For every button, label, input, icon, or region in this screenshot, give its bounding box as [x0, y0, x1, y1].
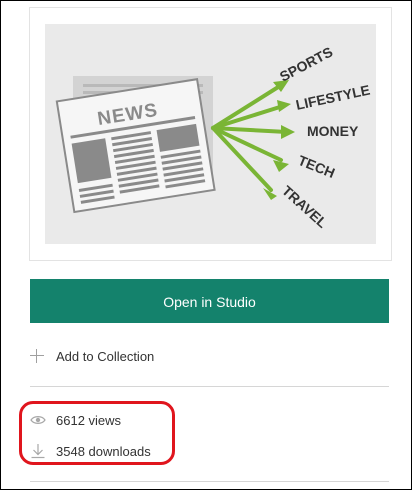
views-count: 6612 views [56, 412, 122, 428]
download-icon [31, 444, 45, 459]
arrow-lifestyle [211, 104, 285, 130]
category-arrows [211, 82, 289, 192]
open-in-studio-button[interactable]: Open in Studio [30, 279, 389, 323]
experiment-thumbnail: NEWS SPORTS LIFESTYLE MONEY TECH TRAVEL [45, 24, 376, 244]
divider-top [30, 386, 389, 387]
thumbnail-card: NEWS SPORTS LIFESTYLE MONEY TECH TRAVEL [29, 7, 392, 261]
label-travel: TRAVEL [279, 182, 331, 231]
label-sports: SPORTS [277, 43, 335, 84]
downloads-stat: 3548 downloads [30, 441, 151, 461]
eye-icon [30, 416, 46, 424]
add-to-collection-button[interactable]: Add to Collection [30, 343, 389, 369]
front-newspaper: NEWS [55, 78, 216, 214]
label-money: MONEY [307, 123, 359, 139]
arrow-sports [211, 82, 285, 130]
news-categorization-illustration: NEWS SPORTS LIFESTYLE MONEY TECH TRAVEL [55, 43, 371, 231]
window-frame: NEWS SPORTS LIFESTYLE MONEY TECH TRAVEL … [0, 0, 412, 490]
arrow-travel [211, 126, 273, 192]
label-tech: TECH [296, 152, 337, 181]
divider-bottom [30, 481, 389, 482]
label-lifestyle: LIFESTYLE [294, 82, 371, 113]
downloads-count: 3548 downloads [56, 443, 151, 459]
views-stat: 6612 views [30, 410, 121, 430]
plus-icon [30, 349, 44, 363]
add-to-collection-label: Add to Collection [56, 348, 155, 364]
